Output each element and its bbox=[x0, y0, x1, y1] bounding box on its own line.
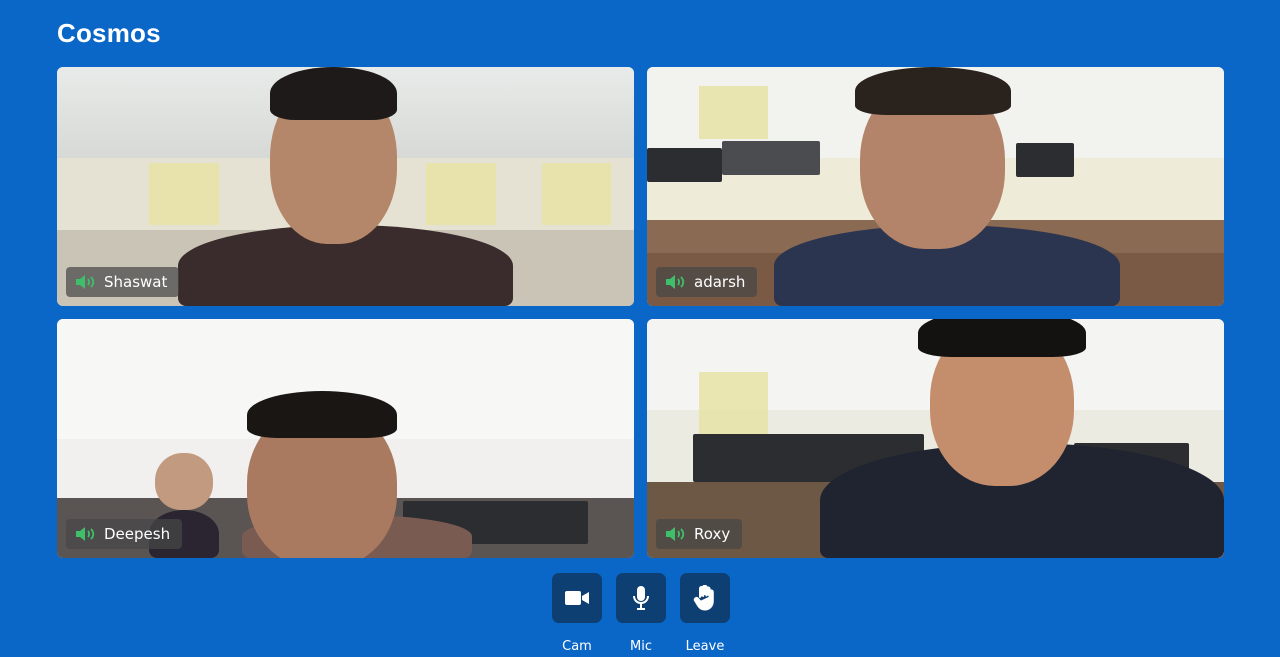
mic-label: Mic bbox=[630, 639, 652, 654]
speaker-icon bbox=[666, 527, 685, 541]
app-title: Cosmos bbox=[57, 18, 161, 48]
participant-name-tag: Deepesh bbox=[66, 519, 183, 549]
participant-name: Deepesh bbox=[104, 525, 171, 543]
participant-name: adarsh bbox=[694, 273, 746, 291]
cam-control: Cam bbox=[552, 573, 602, 654]
participant-name-tag: Shaswat bbox=[66, 267, 180, 297]
video-camera-icon bbox=[565, 591, 589, 605]
participant-tile[interactable]: Roxy bbox=[647, 319, 1224, 558]
participant-name-tag: adarsh bbox=[656, 267, 758, 297]
speaker-icon bbox=[76, 275, 95, 289]
participant-tile[interactable]: Deepesh bbox=[57, 319, 634, 558]
video-grid: Shaswat adarsh Deepesh Roxy bbox=[57, 67, 1224, 558]
participant-tile[interactable]: adarsh bbox=[647, 67, 1224, 306]
mic-button[interactable] bbox=[616, 573, 666, 623]
speaker-icon bbox=[666, 275, 685, 289]
speaker-icon bbox=[76, 527, 95, 541]
leave-button[interactable] bbox=[680, 573, 730, 623]
participant-tile[interactable]: Shaswat bbox=[57, 67, 634, 306]
leave-control: Leave bbox=[680, 573, 730, 654]
participant-name: Shaswat bbox=[104, 273, 168, 291]
hand-icon bbox=[693, 585, 714, 611]
leave-label: Leave bbox=[685, 639, 725, 654]
microphone-icon bbox=[633, 586, 649, 610]
cam-label: Cam bbox=[562, 639, 592, 654]
participant-name-tag: Roxy bbox=[656, 519, 743, 549]
cam-button[interactable] bbox=[552, 573, 602, 623]
call-controls: Cam Mic Leave bbox=[552, 573, 730, 654]
participant-name: Roxy bbox=[694, 525, 731, 543]
mic-control: Mic bbox=[616, 573, 666, 654]
